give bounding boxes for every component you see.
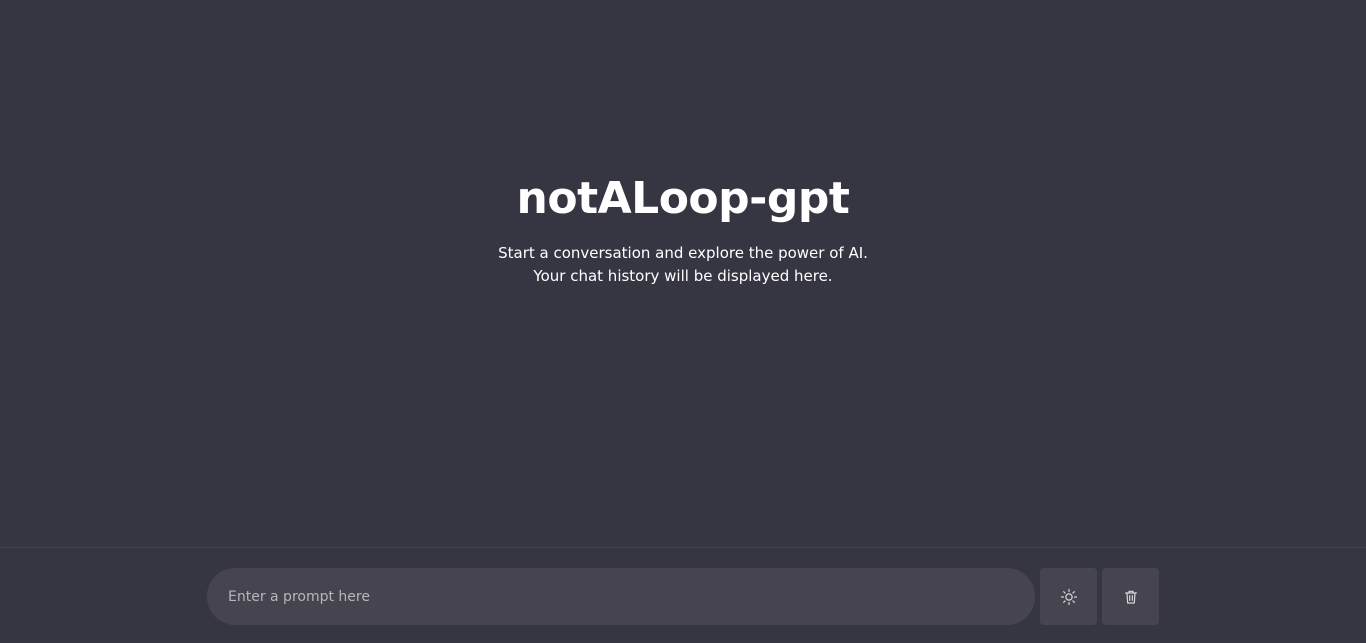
chat-history-area: notALoop-gpt Start a conversation and ex… <box>0 0 1366 547</box>
welcome-section: notALoop-gpt Start a conversation and ex… <box>0 170 1366 288</box>
chat-page: notALoop-gpt Start a conversation and ex… <box>0 0 1366 643</box>
theme-toggle-button[interactable] <box>1040 568 1097 625</box>
prompt-bar <box>0 547 1366 643</box>
delete-chats-button[interactable] <box>1102 568 1159 625</box>
subtitle-line-1: Start a conversation and explore the pow… <box>498 244 868 262</box>
subtitle-line-2: Your chat history will be displayed here… <box>533 267 833 285</box>
app-title: notALoop-gpt <box>516 173 850 224</box>
sun-icon <box>1060 588 1078 606</box>
prompt-input[interactable] <box>207 568 1035 625</box>
trash-icon <box>1123 589 1139 605</box>
welcome-subtitle: Start a conversation and explore the pow… <box>0 242 1366 288</box>
